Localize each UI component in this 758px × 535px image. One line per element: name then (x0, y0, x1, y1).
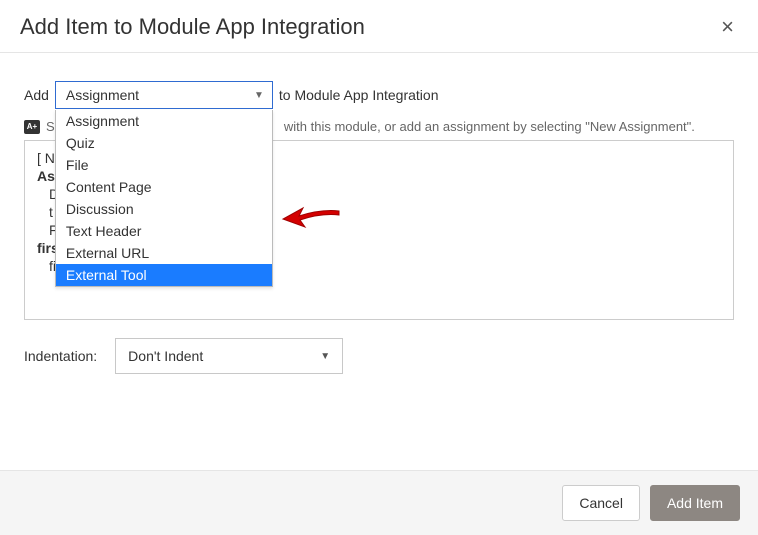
assignment-icon: A+ (24, 120, 40, 134)
option-discussion[interactable]: Discussion (56, 198, 272, 220)
option-content-page[interactable]: Content Page (56, 176, 272, 198)
dialog-header: Add Item to Module App Integration × (0, 0, 758, 53)
item-type-value: Assignment (66, 87, 139, 103)
option-assignment[interactable]: Assignment (56, 110, 272, 132)
close-icon[interactable]: × (717, 14, 738, 40)
option-external-tool[interactable]: External Tool (56, 264, 272, 286)
cancel-button[interactable]: Cancel (562, 485, 640, 521)
item-type-dropdown: Assignment Quiz File Content Page Discus… (55, 110, 273, 287)
indentation-label: Indentation: (24, 348, 97, 364)
indentation-row: Indentation: Don't Indent ▼ (24, 338, 734, 374)
option-file[interactable]: File (56, 154, 272, 176)
dialog-title: Add Item to Module App Integration (20, 14, 365, 40)
option-external-url[interactable]: External URL (56, 242, 272, 264)
indentation-select[interactable]: Don't Indent ▼ (115, 338, 343, 374)
add-label-post: to Module App Integration (279, 87, 439, 103)
add-label-pre: Add (24, 87, 49, 103)
hint-post: with this module, or add an assignment b… (284, 119, 695, 134)
item-type-select[interactable]: Assignment ▼ Assignment Quiz File Conten… (55, 81, 273, 109)
dialog-footer: Cancel Add Item (0, 470, 758, 535)
add-item-button[interactable]: Add Item (650, 485, 740, 521)
dialog-body: Add Assignment ▼ Assignment Quiz File Co… (0, 53, 758, 384)
indentation-value: Don't Indent (128, 348, 203, 364)
add-type-row: Add Assignment ▼ Assignment Quiz File Co… (24, 81, 734, 109)
option-text-header[interactable]: Text Header (56, 220, 272, 242)
option-quiz[interactable]: Quiz (56, 132, 272, 154)
chevron-down-icon: ▼ (254, 90, 264, 101)
chevron-down-icon: ▼ (320, 351, 330, 362)
